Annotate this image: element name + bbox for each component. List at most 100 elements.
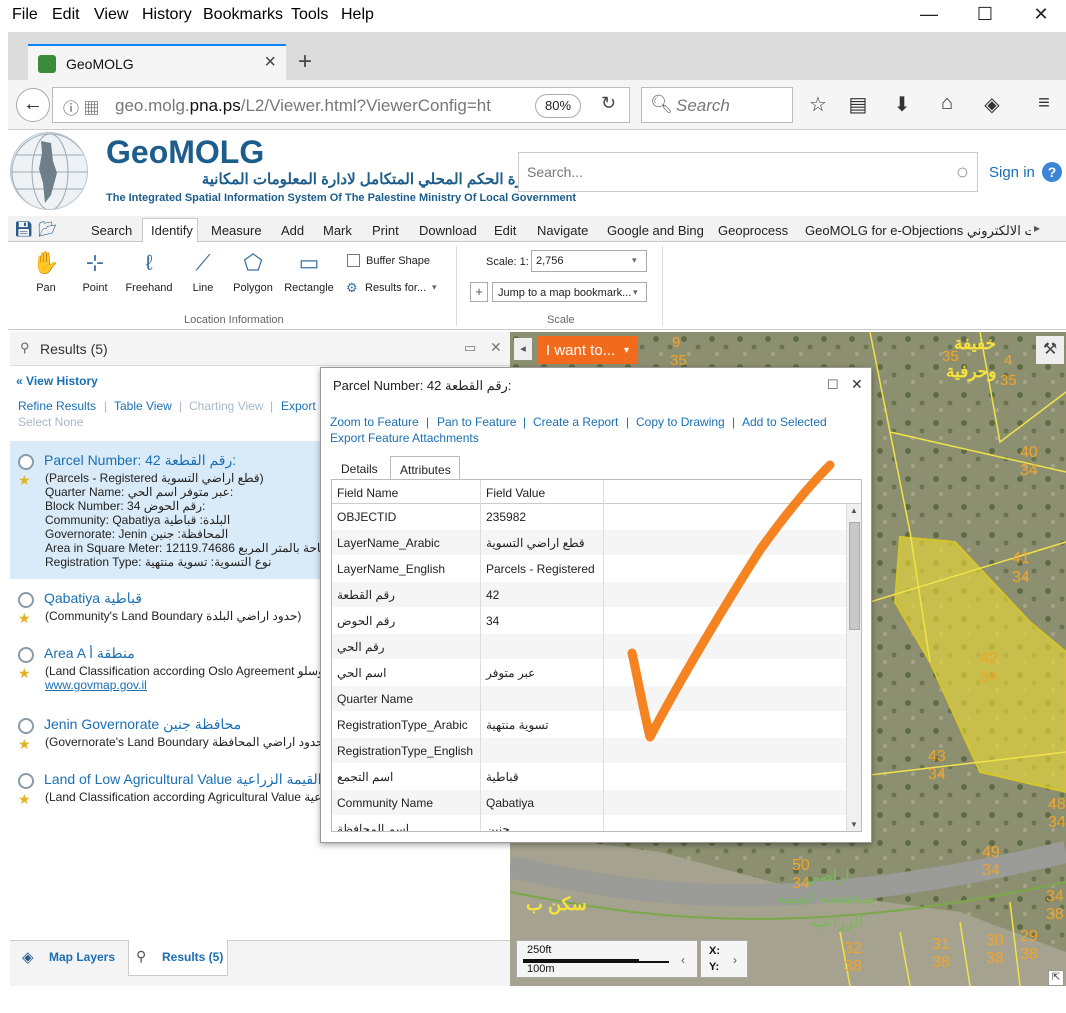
tab-measure[interactable]: Measure	[211, 223, 262, 238]
result-title[interactable]: Qabatiya قباطية	[44, 590, 344, 607]
close-window-icon[interactable]: ✕	[1026, 4, 1056, 25]
back-button[interactable]: ←	[16, 88, 50, 122]
result-item-community[interactable]: ★ Qabatiya قباطية (Community's Land Boun…	[14, 590, 330, 626]
tab-add[interactable]: Add	[281, 223, 304, 238]
rectangle-tool-label[interactable]: Rectangle	[279, 282, 339, 294]
tab-google-bing[interactable]: Google and Bing	[607, 223, 704, 238]
tab-mark[interactable]: Mark	[323, 223, 352, 238]
view-history-link[interactable]: « View History	[16, 374, 98, 388]
tab-attributes[interactable]: Attributes	[390, 456, 460, 481]
map-layers-tab[interactable]: Map Layers	[49, 950, 115, 964]
close-tab-icon[interactable]: ×	[264, 51, 276, 74]
magnifier-icon[interactable]: ○	[956, 159, 969, 185]
favorite-star-icon[interactable]: ★	[18, 665, 31, 682]
tab-scroll-right-icon[interactable]: ▸	[1034, 221, 1040, 235]
new-tab-icon[interactable]: +	[298, 48, 312, 76]
tab-e-objections[interactable]: GeoMOLG for e-Objections الاعتراضات الال…	[805, 223, 1031, 239]
close-popup-icon[interactable]: ✕	[851, 376, 863, 393]
tab-navigate[interactable]: Navigate	[537, 223, 588, 238]
table-view-link[interactable]: Table View	[114, 399, 172, 413]
zoom-badge[interactable]: 80%	[535, 94, 581, 118]
bookmark-star-icon[interactable]: ☆	[804, 92, 832, 117]
scale-prev-icon[interactable]: ‹	[681, 953, 685, 967]
menu-file[interactable]: File	[12, 6, 38, 24]
resize-corner-icon[interactable]: ⇱	[1048, 970, 1064, 986]
scale-dropdown-icon[interactable]: ▾	[632, 255, 637, 266]
refine-results-link[interactable]: Refine Results	[18, 399, 96, 413]
pan-to-feature-link[interactable]: Pan to Feature	[437, 415, 516, 429]
scale-input[interactable]: 2,756 ▾	[531, 250, 647, 272]
tab-details[interactable]: Details	[331, 456, 387, 480]
i-want-to-button[interactable]: I want to... ▾	[538, 336, 638, 364]
help-icon[interactable]: ?	[1042, 162, 1062, 182]
result-item-parcel[interactable]: ★ Parcel Number: 42 رقم القطعة: (Parcels…	[14, 452, 335, 572]
pan-hand-icon[interactable]: ✋	[31, 250, 61, 276]
hamburger-menu-icon[interactable]: ≡	[1030, 92, 1058, 115]
scroll-down-icon[interactable]: ▼	[850, 820, 858, 829]
results-tab[interactable]: Results (5)	[162, 950, 223, 964]
reload-icon[interactable]: ↻	[601, 93, 616, 114]
polygon-tool-label[interactable]: Polygon	[223, 282, 283, 294]
result-item-governorate[interactable]: ★ Jenin Governorate محافظة جنين (Governo…	[14, 716, 330, 752]
freehand-icon[interactable]: ℓ	[134, 250, 164, 276]
save-icon[interactable]: 💾︎	[14, 220, 33, 238]
result-title[interactable]: Jenin Governorate محافظة جنين	[44, 716, 344, 733]
result-item-area-a[interactable]: ★ Area A منطقة أ (Land Classification ac…	[14, 645, 330, 695]
result-title[interactable]: Area A منطقة أ	[44, 645, 344, 662]
browser-tab[interactable]: GeoMOLG ×	[28, 44, 286, 80]
menu-bookmarks[interactable]: Bookmarks	[203, 6, 283, 24]
menu-view[interactable]: View	[94, 6, 128, 24]
home-icon[interactable]: ⌂	[933, 92, 961, 115]
tools-wrench-icon[interactable]: ⚒	[1036, 336, 1064, 364]
line-icon[interactable]: ⟋	[188, 250, 218, 276]
maximize-icon[interactable]: ☐	[970, 4, 1000, 25]
coordinates-next-icon[interactable]: ›	[733, 953, 737, 967]
pocket-icon[interactable]: ◈	[978, 92, 1006, 117]
results-for-dropdown[interactable]: Results for...	[365, 282, 426, 294]
create-report-link[interactable]: Create a Report	[533, 415, 618, 429]
scrollbar-thumb[interactable]	[849, 522, 860, 630]
open-folder-icon[interactable]: 📂︎	[38, 220, 57, 238]
govmap-link[interactable]: www.govmap.gov.il	[45, 678, 335, 692]
menu-edit[interactable]: Edit	[52, 6, 80, 24]
tab-identify[interactable]: Identify	[151, 223, 193, 238]
result-title[interactable]: Land of Low Agricultural Value اراضي منخ…	[44, 771, 344, 788]
collapse-panel-icon[interactable]: ◂	[514, 338, 532, 360]
copy-to-drawing-link[interactable]: Copy to Drawing	[636, 415, 725, 429]
url-bar[interactable]: ⓘ ▦ geo.molg.pna.ps/L2/Viewer.html?Viewe…	[52, 87, 630, 123]
result-title[interactable]: Parcel Number: 42 رقم القطعة:	[44, 452, 344, 469]
add-to-selected-link[interactable]: Add to Selected	[742, 415, 827, 429]
rectangle-icon[interactable]: ▭	[294, 250, 324, 276]
site-info-icon[interactable]: ⓘ ▦	[63, 95, 99, 119]
menu-help[interactable]: Help	[341, 6, 374, 24]
zoom-to-feature-link[interactable]: Zoom to Feature	[330, 415, 419, 429]
export-link[interactable]: Export	[281, 399, 316, 413]
menu-tools[interactable]: Tools	[291, 6, 328, 24]
buffer-shape-checkbox[interactable]	[347, 254, 360, 267]
browser-search-bar[interactable]: 🔍︎ Search	[641, 87, 793, 123]
tab-edit[interactable]: Edit	[494, 223, 516, 238]
maximize-popup-icon[interactable]: ☐	[827, 377, 839, 393]
reading-list-icon[interactable]: ▤	[844, 92, 872, 117]
close-panel-icon[interactable]: ✕	[490, 339, 502, 356]
minimize-icon[interactable]: —	[914, 4, 944, 25]
point-tool-label[interactable]: Point	[65, 282, 125, 294]
add-bookmark-button[interactable]: +	[470, 282, 488, 302]
tab-download[interactable]: Download	[419, 223, 477, 238]
point-icon[interactable]: ⊹	[80, 250, 110, 276]
download-icon[interactable]: ⬇	[888, 92, 916, 117]
app-search-input[interactable]: Search... ○	[518, 152, 978, 192]
freehand-tool-label[interactable]: Freehand	[119, 282, 179, 294]
polygon-icon[interactable]: ⬠	[238, 250, 268, 276]
bookmark-dropdown[interactable]: Jump to a map bookmark... ▾	[492, 282, 647, 302]
scroll-up-icon[interactable]: ▲	[850, 506, 858, 515]
tab-print[interactable]: Print	[372, 223, 399, 238]
sign-in-link[interactable]: Sign in	[989, 164, 1035, 181]
tab-geoprocess[interactable]: Geoprocess	[718, 223, 788, 238]
result-item-agricultural[interactable]: ★ Land of Low Agricultural Value اراضي م…	[14, 771, 344, 808]
minimize-panel-icon[interactable]: ▭	[464, 340, 476, 356]
favorite-star-icon[interactable]: ★	[18, 472, 31, 489]
menu-history[interactable]: History	[142, 6, 192, 24]
favorite-star-icon[interactable]: ★	[18, 791, 31, 808]
favorite-star-icon[interactable]: ★	[18, 736, 31, 753]
